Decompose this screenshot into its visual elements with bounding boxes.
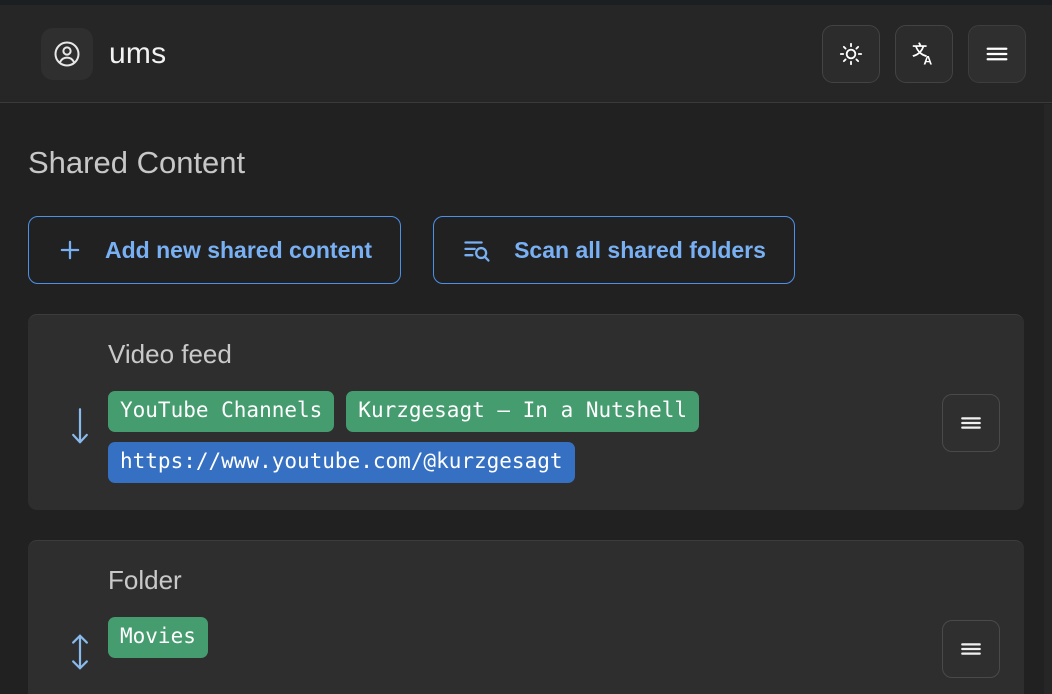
card-menu bbox=[942, 619, 1000, 678]
theme-toggle-button[interactable] bbox=[822, 24, 880, 83]
brand: ums bbox=[41, 27, 167, 80]
translate-language-icon: 文 A bbox=[910, 40, 938, 68]
language-button[interactable]: 文 A bbox=[895, 24, 953, 83]
badge-category: YouTube Channels bbox=[108, 391, 335, 432]
card-body: Video feed YouTube Channels Kurzgesagt –… bbox=[108, 337, 942, 483]
account-button[interactable] bbox=[41, 27, 93, 80]
app-header: ums 文 A bbox=[0, 5, 1052, 103]
card-menu-button[interactable] bbox=[942, 393, 1000, 452]
header-actions: 文 A bbox=[822, 24, 1026, 83]
page-scrollbar[interactable] bbox=[1044, 104, 1052, 694]
add-new-shared-content-button[interactable]: Add new shared content bbox=[28, 216, 402, 284]
card-menu bbox=[942, 393, 1000, 452]
account-circle-icon bbox=[52, 39, 82, 69]
card-badges: YouTube Channels Kurzgesagt – In a Nutsh… bbox=[108, 391, 868, 483]
scan-all-shared-folders-label: Scan all shared folders bbox=[514, 236, 766, 263]
scan-all-shared-folders-button[interactable]: Scan all shared folders bbox=[433, 216, 795, 284]
plus-icon bbox=[57, 237, 83, 263]
badge-folder-name: Movies bbox=[108, 617, 208, 658]
brightness-sun-icon bbox=[838, 41, 864, 67]
add-new-shared-content-label: Add new shared content bbox=[105, 236, 373, 263]
badge-name: Kurzgesagt – In a Nutshell bbox=[346, 391, 700, 432]
app-title: ums bbox=[109, 36, 167, 70]
shared-content-card[interactable]: Folder Movies bbox=[28, 540, 1024, 694]
manage-search-icon bbox=[462, 236, 492, 264]
card-body: Folder Movies bbox=[108, 563, 942, 658]
card-badges: Movies bbox=[108, 617, 868, 658]
hamburger-menu-icon bbox=[957, 635, 985, 663]
main-content: Shared Content Add new shared content Sc… bbox=[0, 147, 1052, 694]
card-title: Video feed bbox=[108, 339, 232, 369]
card-title: Folder bbox=[108, 565, 182, 595]
arrow-up-down-icon bbox=[52, 631, 108, 673]
shared-content-card[interactable]: Video feed YouTube Channels Kurzgesagt –… bbox=[28, 314, 1024, 510]
badge-url: https://www.youtube.com/@kurzgesagt bbox=[108, 442, 575, 483]
svg-text:A: A bbox=[923, 53, 932, 67]
action-buttons-row: Add new shared content Scan all shared f… bbox=[28, 216, 1024, 284]
hamburger-menu-icon bbox=[983, 40, 1011, 68]
arrow-down-icon bbox=[52, 405, 108, 447]
hamburger-menu-icon bbox=[957, 409, 985, 437]
card-menu-button[interactable] bbox=[942, 619, 1000, 678]
main-menu-button[interactable] bbox=[968, 24, 1026, 83]
page-title: Shared Content bbox=[28, 145, 246, 180]
